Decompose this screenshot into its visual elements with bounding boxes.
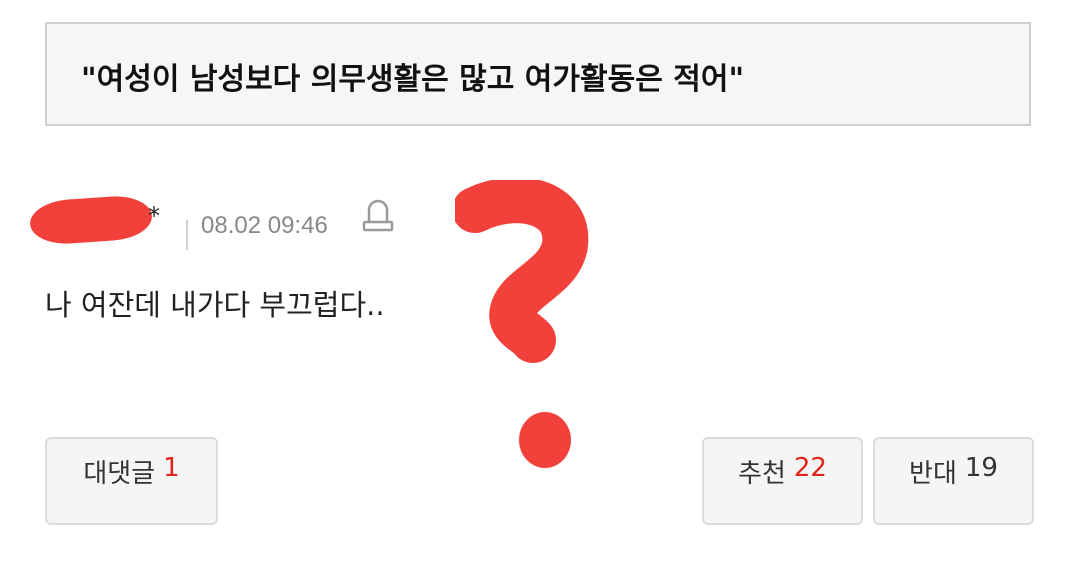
recommend-label: 추천	[738, 459, 786, 489]
comment-header: * 08.02 09:46	[28, 190, 450, 250]
oppose-label: 반대	[909, 459, 957, 489]
question-mark-overlay	[455, 180, 589, 468]
author-redaction	[28, 193, 154, 247]
author-name-suffix: *	[148, 202, 160, 230]
reply-label: 대댓글	[83, 459, 156, 489]
recommend-button[interactable]: 추천 22	[702, 437, 863, 525]
headline-box: "여성이 남성보다 의무생활은 많고 여가활동은 적어"	[45, 22, 1031, 126]
reply-count: 1	[163, 453, 180, 483]
comment-timestamp: 08.02 09:46	[201, 212, 328, 239]
bell-icon[interactable]	[360, 196, 396, 236]
headline-title: "여성이 남성보다 의무생활은 많고 여가활동은 적어"	[81, 62, 745, 97]
oppose-count: 19	[964, 453, 998, 483]
oppose-button[interactable]: 반대 19	[873, 437, 1034, 525]
comment-body: 나 여잔데 내가다 부끄럽다..	[45, 288, 385, 322]
header-divider	[186, 220, 188, 250]
recommend-count: 22	[793, 453, 827, 483]
reply-button[interactable]: 대댓글 1	[45, 437, 218, 525]
